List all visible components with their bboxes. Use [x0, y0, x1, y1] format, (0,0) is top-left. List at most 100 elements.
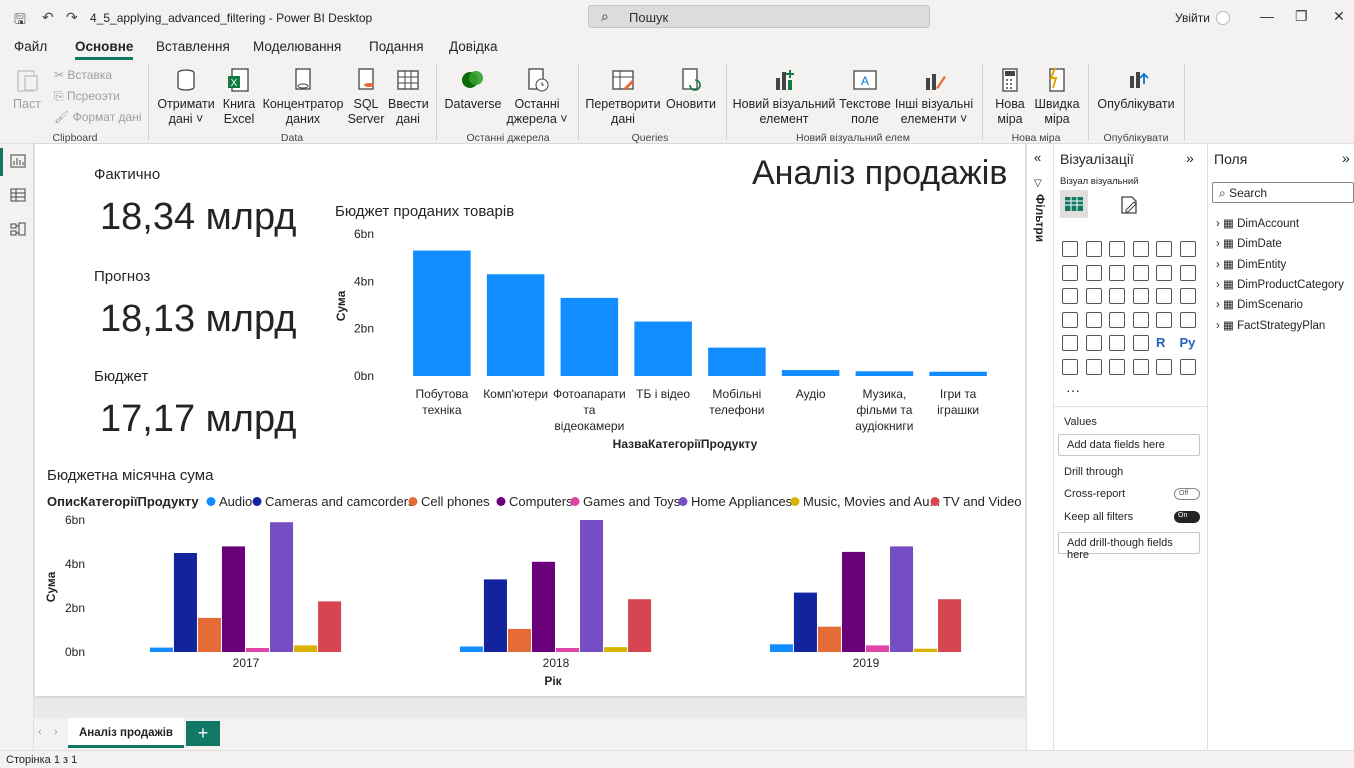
new-measure-button[interactable]: Нова міра — [988, 66, 1032, 127]
bar-3[interactable] — [634, 321, 692, 376]
bar-cell-phones-2017[interactable] — [197, 617, 221, 652]
sign-in-link[interactable]: Увійти — [1175, 11, 1210, 25]
filters-pane-collapsed[interactable]: « ▽ Фільтри — [1026, 144, 1054, 750]
search-box[interactable]: ⌕ Пошук — [588, 5, 930, 28]
chevron-right-icon[interactable]: › — [1216, 259, 1223, 271]
menu-file[interactable]: Файл — [14, 39, 47, 54]
close-icon[interactable]: ✕ — [1333, 8, 1345, 25]
redo-icon[interactable]: ↷ — [66, 9, 78, 26]
prev-page-icon[interactable]: ‹ — [38, 726, 42, 738]
bar-tv-and-video-2017[interactable] — [318, 601, 342, 652]
bar-home-appliances-2017[interactable] — [270, 522, 294, 652]
stacked-area-visual-icon[interactable] — [1109, 264, 1125, 281]
ribbon-visual-icon[interactable] — [1179, 264, 1196, 281]
map-visual-icon[interactable] — [1062, 311, 1078, 328]
data-hub-button[interactable]: Концентратор даних — [262, 66, 344, 127]
dataverse-button[interactable]: Dataverse — [444, 66, 502, 112]
transform-data-button[interactable]: Перетворити дані — [584, 66, 662, 127]
build-visual-tab[interactable] — [1060, 190, 1088, 218]
tab-sales-analysis[interactable]: Аналіз продажів — [68, 718, 184, 748]
bar-music-movies-and-au--2017[interactable] — [294, 645, 318, 652]
card-visual-icon[interactable] — [1156, 311, 1172, 328]
chevron-right-icon[interactable]: › — [1216, 218, 1223, 230]
multi-row-card-visual-icon[interactable] — [1179, 311, 1196, 328]
add-page-button[interactable]: + — [186, 721, 220, 746]
undo-icon[interactable]: ↶ — [42, 9, 54, 26]
menu-insert[interactable]: Вставлення — [156, 39, 230, 54]
restore-icon[interactable]: ❐ — [1295, 8, 1308, 25]
qa-visual-icon[interactable] — [1109, 358, 1125, 375]
bar-1[interactable] — [486, 274, 545, 376]
menu-modeling[interactable]: Моделювання — [253, 39, 341, 54]
kpi-visual-icon[interactable] — [1062, 335, 1078, 351]
minimize-icon[interactable]: — — [1260, 8, 1274, 24]
bar-2[interactable] — [560, 297, 619, 376]
bar-cell-phones-2019[interactable] — [817, 626, 841, 652]
clustered-column-visual-icon[interactable] — [1132, 241, 1149, 257]
model-view-icon[interactable] — [10, 222, 26, 236]
pie-visual-icon[interactable] — [1132, 288, 1149, 304]
area-visual-icon[interactable] — [1085, 264, 1102, 281]
kpi-value-budget[interactable]: 17,17 млрд — [100, 398, 296, 441]
collapse-viz-icon[interactable]: » — [1186, 150, 1194, 166]
field-table-dimaccount[interactable]: › ▦ DimAccount — [1216, 216, 1299, 230]
funnel-visual-icon[interactable] — [1085, 288, 1102, 304]
publish-button[interactable]: Опублікувати — [1094, 66, 1178, 112]
waterfall-visual-icon[interactable] — [1062, 288, 1078, 304]
goals-visual-icon[interactable] — [1156, 358, 1172, 375]
key-influencers-visual-icon[interactable] — [1062, 358, 1078, 375]
paste-button[interactable]: Паст — [10, 66, 44, 112]
bar-music-movies-and-au--2018[interactable] — [604, 647, 628, 652]
text-box-button[interactable]: A Текстове поле — [838, 66, 892, 127]
enter-data-button[interactable]: Ввести дані — [388, 66, 429, 127]
python-visual-visual-icon[interactable]: Py — [1180, 335, 1196, 351]
line-clustered-visual-icon[interactable] — [1156, 264, 1172, 281]
field-table-dimdate[interactable]: › ▦ DimDate — [1216, 236, 1282, 250]
cross-report-toggle[interactable]: Off — [1174, 488, 1200, 500]
collapse-fields-icon[interactable]: » — [1342, 150, 1350, 166]
recent-sources-button[interactable]: Останні джерела ˅ — [504, 66, 570, 127]
line-column-visual-icon[interactable] — [1132, 264, 1149, 281]
table-visual-icon[interactable] — [1109, 335, 1125, 351]
excel-button[interactable]: X Книга Excel — [220, 66, 258, 127]
field-table-dimproductcategory[interactable]: › ▦ DimProductCategory — [1216, 277, 1344, 291]
bar-music-movies-and-au--2019[interactable] — [914, 648, 938, 652]
avatar[interactable] — [1216, 11, 1230, 25]
data-view-icon[interactable] — [10, 188, 26, 202]
r-visual-visual-icon[interactable]: R — [1156, 335, 1172, 351]
bar-7[interactable] — [929, 371, 987, 376]
format-painter-button[interactable]: 🖌 Формат дані — [54, 110, 142, 124]
bar-games-and-toys-2019[interactable] — [866, 645, 890, 652]
menu-home[interactable]: Основне — [75, 39, 134, 60]
chevron-right-icon[interactable]: › — [1216, 238, 1223, 250]
drill-through-field-well[interactable]: Add drill-though fields here — [1058, 532, 1200, 561]
bar-cameras-and-camcorders-2019[interactable] — [793, 592, 817, 652]
values-field-well[interactable]: Add data fields here — [1058, 434, 1200, 456]
bar-cameras-and-camcorders-2018[interactable] — [483, 579, 507, 652]
chevron-right-icon[interactable]: › — [1216, 320, 1223, 332]
bar-0[interactable] — [413, 250, 471, 376]
category-budget-chart[interactable]: Бюджет проданих товарів 0bn 2bn 4bn 6bn Сума П… — [325, 196, 1015, 454]
bar-audio-2019[interactable] — [769, 644, 793, 652]
bar-tv-and-video-2019[interactable] — [938, 599, 962, 652]
bar-tv-and-video-2018[interactable] — [628, 599, 652, 652]
insert-button[interactable]: ✂ Вставка — [54, 68, 112, 82]
menu-help[interactable]: Довідка — [449, 39, 498, 54]
narrative-visual-icon[interactable] — [1132, 358, 1149, 375]
bar-games-and-toys-2018[interactable] — [556, 648, 580, 652]
sql-server-button[interactable]: SQL Server — [346, 66, 386, 127]
format-visual-icon[interactable] — [1118, 194, 1140, 216]
more-visuals-button[interactable]: Інші візуальні елементи ˅ — [894, 66, 974, 127]
menu-view[interactable]: Подання — [369, 39, 424, 54]
stacked-bar-visual-icon[interactable] — [1062, 241, 1078, 257]
100-column-visual-icon[interactable] — [1179, 241, 1196, 257]
bar-cell-phones-2018[interactable] — [507, 628, 531, 652]
field-table-factstrategyplan[interactable]: › ▦ FactStrategyPlan — [1216, 318, 1325, 332]
kpi-value-forecast[interactable]: 18,13 млрд — [100, 298, 296, 341]
clustered-bar-visual-icon[interactable] — [1109, 241, 1125, 257]
quick-measure-button[interactable]: Швидка міра — [1034, 66, 1080, 127]
bar-home-appliances-2018[interactable] — [580, 520, 604, 652]
stacked-column-visual-icon[interactable] — [1085, 241, 1102, 257]
scatter-visual-icon[interactable] — [1109, 288, 1125, 304]
monthly-budget-chart[interactable]: Бюджетна місячна сума ОписКатегоріїПродук… — [43, 462, 1025, 692]
